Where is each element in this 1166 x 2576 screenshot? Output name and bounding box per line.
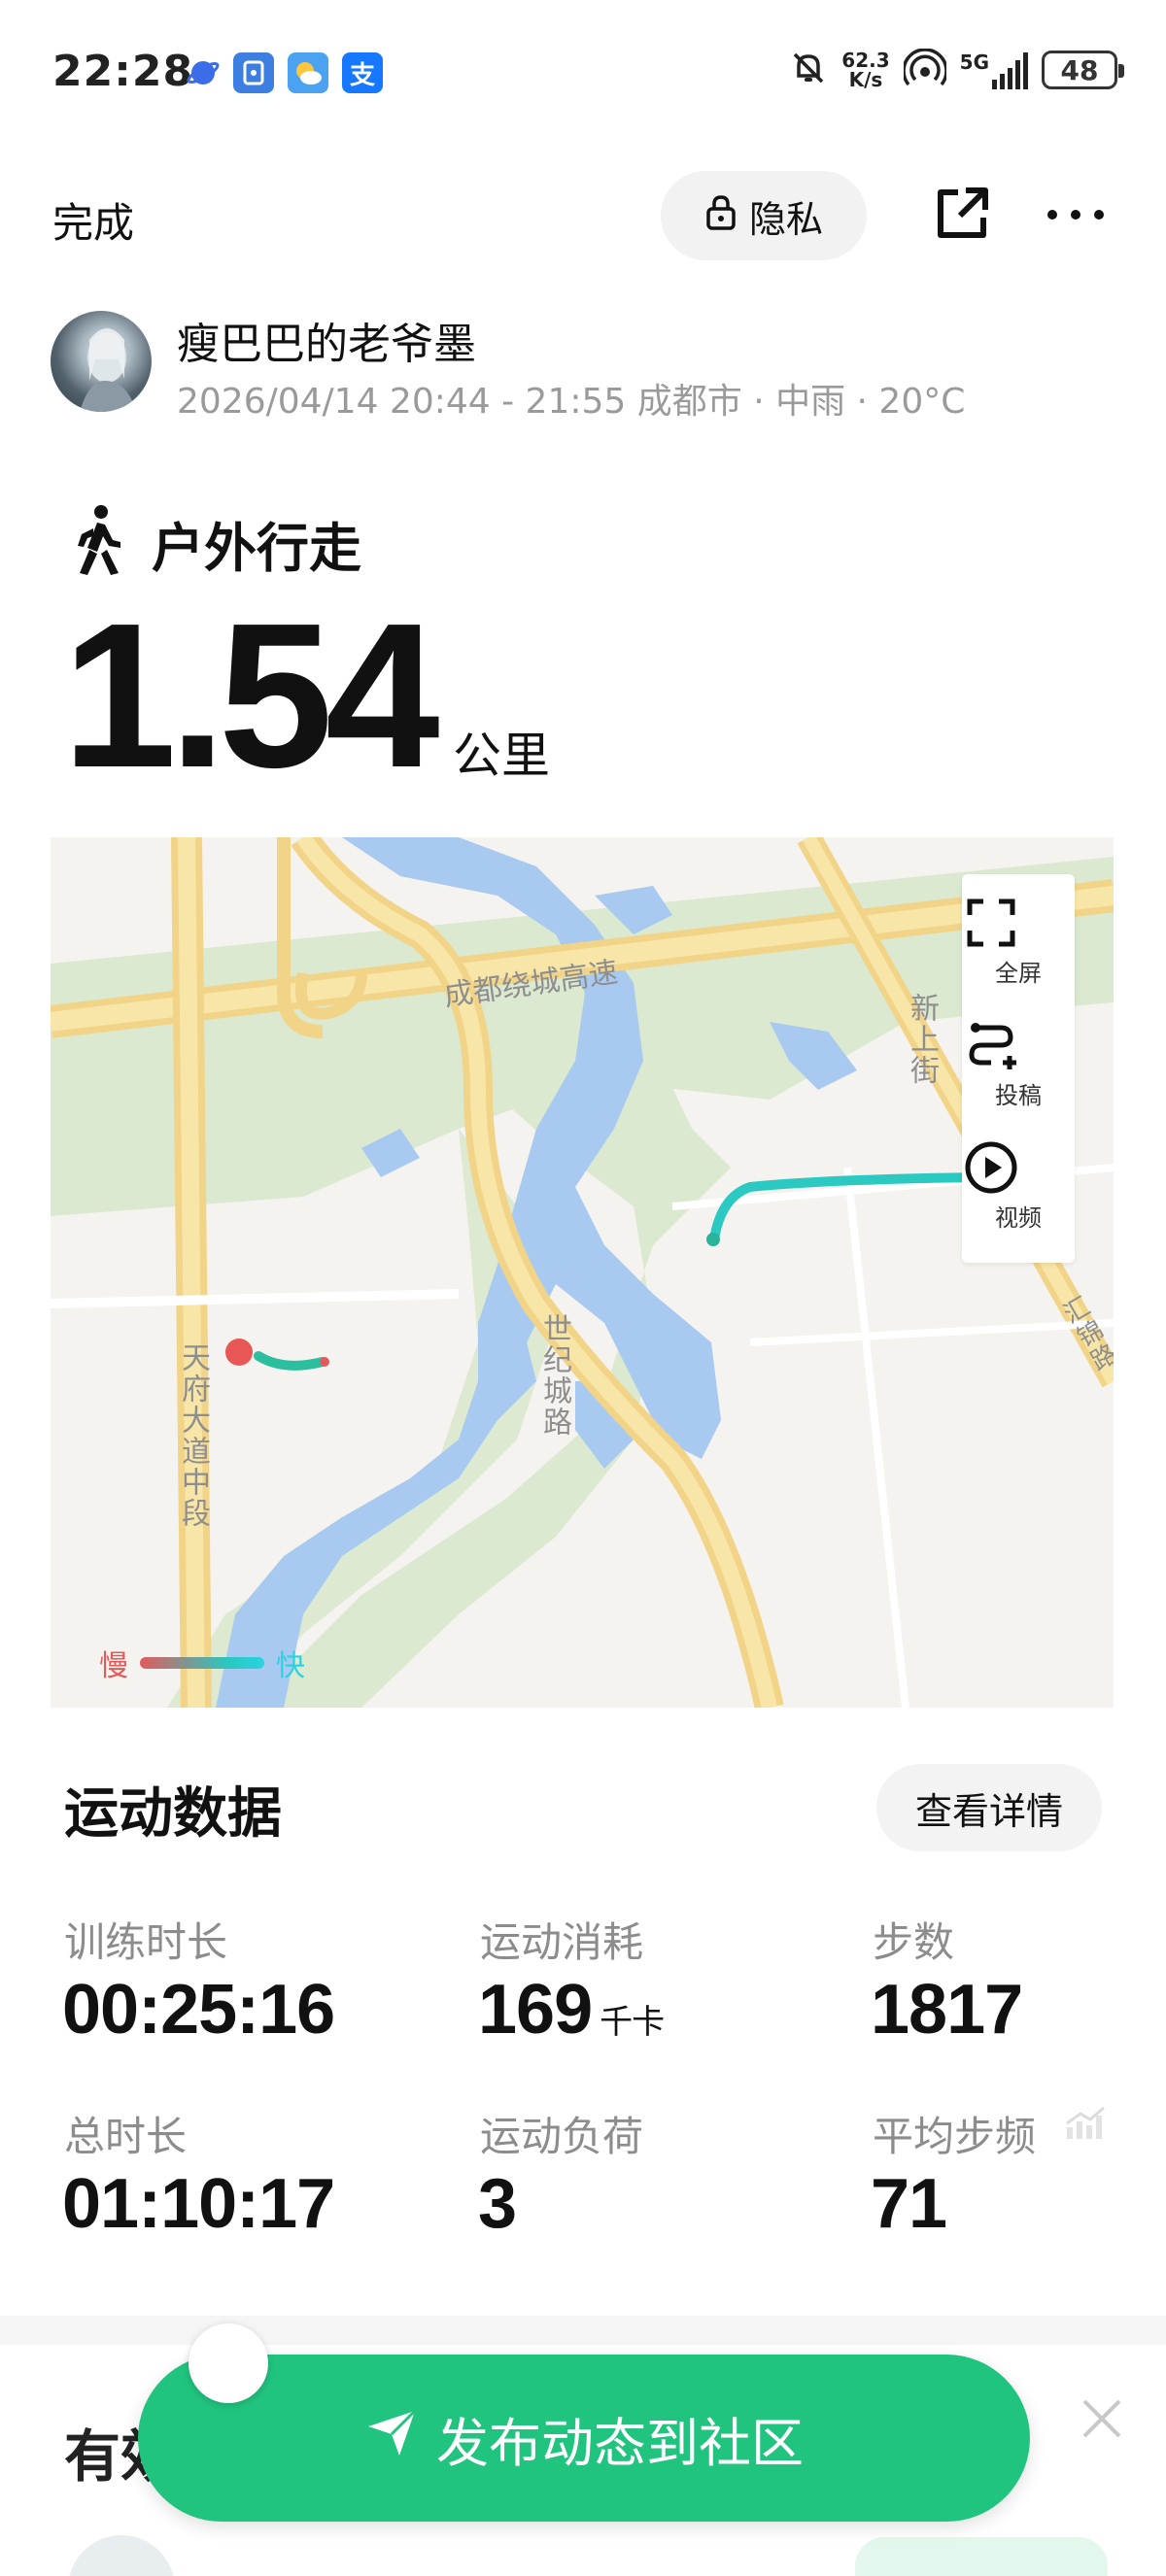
walking-icon bbox=[68, 503, 130, 577]
stat-label-cadence: 平均步频 bbox=[873, 2113, 1037, 2160]
fullscreen-button[interactable]: 全屏 bbox=[962, 894, 1075, 988]
route-start-dot bbox=[706, 1233, 720, 1246]
route-end-marker bbox=[225, 1339, 253, 1366]
signal-label: 5G bbox=[959, 51, 989, 74]
share-icon[interactable] bbox=[933, 185, 991, 243]
tianfu-label: 天府大道中段 bbox=[176, 1342, 210, 1529]
stat-value-training-duration: 00:25:16 bbox=[62, 1971, 335, 2049]
hotspot-icon bbox=[901, 48, 948, 91]
route-submit-icon bbox=[969, 1016, 1047, 1074]
legend-slow: 慢 bbox=[99, 1649, 128, 1683]
status-bar: 22:28 支 62.3 K/s 5G 48 bbox=[0, 0, 1166, 146]
more-icon[interactable] bbox=[1044, 200, 1108, 229]
privacy-label: 隐私 bbox=[748, 197, 823, 241]
alipay-app-icon: 支 bbox=[342, 52, 383, 93]
trend-chart-icon[interactable] bbox=[1063, 2106, 1106, 2141]
distance-unit: 公里 bbox=[453, 728, 550, 784]
play-icon bbox=[965, 1138, 1047, 1197]
map-toolbar: 全屏 投稿 视频 bbox=[962, 874, 1075, 1263]
signal-icon: 5G bbox=[960, 51, 1028, 89]
activity-type: 户外行走 bbox=[152, 518, 361, 579]
stat-value-steps: 1817 bbox=[871, 1971, 1023, 2049]
xinshang-label: 新上街 bbox=[905, 993, 939, 1086]
fullscreen-icon bbox=[967, 894, 1047, 952]
stat-label-total-duration: 总时长 bbox=[64, 2113, 188, 2160]
net-speed-value: 62.3 bbox=[841, 49, 890, 72]
stats-title: 运动数据 bbox=[64, 1782, 282, 1846]
planet-app-icon bbox=[187, 56, 220, 89]
publish-to-community-button[interactable]: 发布动态到社区 bbox=[138, 2355, 1030, 2522]
video-button[interactable]: 视频 bbox=[962, 1138, 1075, 1233]
status-app-icons: 支 bbox=[187, 52, 383, 93]
calories-unit: 千卡 bbox=[600, 2003, 665, 2042]
weather-app-icon bbox=[288, 52, 328, 93]
send-icon bbox=[364, 2405, 419, 2472]
legend-fast: 快 bbox=[276, 1649, 305, 1683]
status-right: 62.3 K/s 5G 48 bbox=[789, 48, 1124, 91]
stat-value-total-duration: 01:10:17 bbox=[62, 2165, 335, 2243]
submit-route-label: 投稿 bbox=[995, 1082, 1042, 1109]
legend-gradient-bar bbox=[140, 1657, 264, 1669]
stat-value-cadence: 71 bbox=[871, 2165, 947, 2243]
username: 瘦巴巴的老爷墨 bbox=[177, 320, 476, 369]
net-speed: 62.3 K/s bbox=[841, 51, 889, 89]
net-speed-unit: K/s bbox=[848, 68, 883, 91]
session-meta: 2026/04/14 20:44 - 21:55 成都市 · 中雨 · 20°C bbox=[177, 382, 966, 422]
stat-label-calories: 运动消耗 bbox=[480, 1918, 644, 1966]
video-label: 视频 bbox=[995, 1204, 1042, 1232]
battery-indicator: 48 bbox=[1042, 51, 1124, 89]
floating-handle[interactable] bbox=[189, 2323, 268, 2403]
stat-value-training-load: 3 bbox=[478, 2165, 517, 2243]
vpn-app-icon bbox=[233, 52, 274, 93]
route-track-west bbox=[254, 1351, 327, 1371]
stat-label-training-load: 运动负荷 bbox=[480, 2113, 644, 2160]
status-time: 22:28 bbox=[52, 47, 194, 96]
next-section-avatar-partial bbox=[68, 2535, 175, 2576]
stat-label-steps: 步数 bbox=[873, 1918, 955, 1966]
publish-label: 发布动态到社区 bbox=[436, 2412, 804, 2474]
calories-number: 169 bbox=[478, 1971, 593, 2049]
submit-route-button[interactable]: 投稿 bbox=[962, 1016, 1075, 1110]
stat-value-calories: 169 千卡 bbox=[478, 1970, 665, 2050]
speed-legend: 慢 快 bbox=[99, 1642, 305, 1684]
fullscreen-label: 全屏 bbox=[995, 960, 1042, 987]
section-divider bbox=[0, 2316, 1166, 2345]
distance-value: 1.54 bbox=[62, 580, 440, 810]
avatar[interactable] bbox=[51, 311, 152, 412]
view-details-button[interactable]: 查看详情 bbox=[876, 1764, 1102, 1851]
done-button[interactable]: 完成 bbox=[52, 190, 134, 250]
stat-label-training-duration: 训练时长 bbox=[64, 1918, 228, 1966]
next-section-button-partial bbox=[855, 2537, 1108, 2576]
privacy-button[interactable]: 隐私 bbox=[661, 171, 867, 260]
lock-icon bbox=[704, 193, 737, 239]
mute-icon bbox=[789, 49, 828, 91]
shiji-label: 世纪城路 bbox=[537, 1313, 571, 1438]
close-icon[interactable] bbox=[1079, 2395, 1125, 2442]
route-map[interactable]: 成都绕城高速 天府大道中段 世纪城路 新上街 汇锦路 全屏 投稿 视频 慢 快 bbox=[51, 837, 1114, 1708]
